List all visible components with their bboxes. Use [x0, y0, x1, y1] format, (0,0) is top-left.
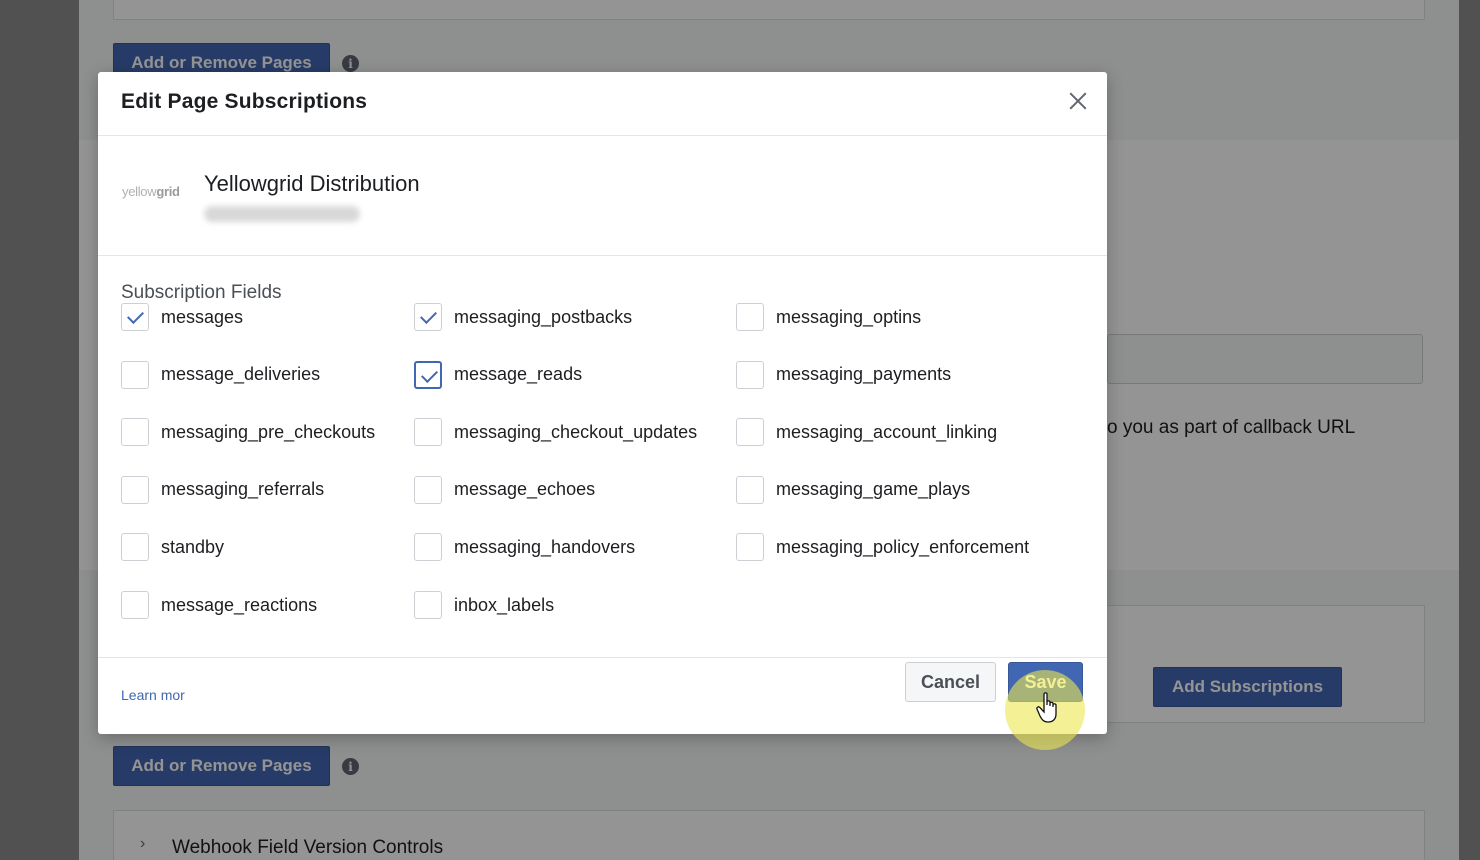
edit-page-subscriptions-dialog: Edit Page Subscriptions yellowgrid Yello… [98, 72, 1107, 734]
checkbox[interactable] [414, 303, 442, 331]
modal-footer: Learn mor Cancel Save [98, 658, 1107, 734]
field-label: messaging_handovers [454, 536, 636, 557]
field-label: message_reactions [161, 594, 318, 615]
checkbox[interactable] [121, 533, 149, 562]
checkbox[interactable] [736, 303, 764, 331]
field-label: messaging_optins [776, 306, 922, 327]
subscription-field-messaging-payments[interactable]: messaging_payments [736, 360, 951, 390]
page-info: yellowgrid Yellowgrid Distribution [98, 136, 1107, 256]
field-label: message_reads [454, 364, 583, 385]
hand-cursor-icon [1036, 692, 1057, 723]
field-label: inbox_labels [454, 594, 555, 615]
subscription-field-standby[interactable]: standby [121, 532, 224, 562]
field-label: messaging_postbacks [454, 306, 633, 327]
subscription-field-messages[interactable]: messages [121, 302, 243, 332]
field-label: messaging_game_plays [776, 479, 971, 500]
subscription-field-messaging-optins[interactable]: messaging_optins [736, 302, 921, 332]
checkbox[interactable] [121, 475, 149, 504]
checkbox[interactable] [121, 591, 149, 619]
checkbox[interactable] [121, 303, 149, 331]
close-icon[interactable] [1065, 88, 1091, 114]
subscription-field-messaging-game-plays[interactable]: messaging_game_plays [736, 475, 970, 505]
checkbox[interactable] [121, 360, 149, 389]
page-id-redacted [204, 206, 360, 222]
checkbox[interactable] [414, 533, 442, 562]
field-label: messages [161, 306, 244, 327]
subscription-field-messaging-checkout-updates[interactable]: messaging_checkout_updates [414, 417, 697, 447]
checkbox[interactable] [736, 533, 764, 562]
subscription-field-messaging-pre-checkouts[interactable]: messaging_pre_checkouts [121, 417, 375, 447]
field-label: messaging_policy_enforcement [776, 536, 1030, 557]
checkbox[interactable] [736, 418, 764, 447]
subscription-field-messaging-handovers[interactable]: messaging_handovers [414, 532, 635, 562]
field-label: message_deliveries [161, 364, 321, 385]
learn-more-link[interactable]: Learn mor [121, 687, 185, 703]
checkbox[interactable] [736, 360, 764, 389]
page-name: Yellowgrid Distribution [204, 171, 420, 196]
field-label: messaging_account_linking [776, 421, 998, 442]
page-logo: yellowgrid [122, 184, 180, 199]
field-label: standby [161, 536, 225, 557]
field-label: messaging_checkout_updates [454, 421, 698, 442]
subscription-fields: Subscription Fields messages messaging_po… [98, 256, 1107, 658]
subscription-field-messaging-postbacks[interactable]: messaging_postbacks [414, 302, 632, 332]
subscription-fields-label: Subscription Fields [121, 282, 282, 303]
field-label: messaging_payments [776, 364, 952, 385]
modal-title: Edit Page Subscriptions [121, 90, 368, 113]
subscription-field-message-reads[interactable]: message_reads [414, 360, 582, 390]
checkbox[interactable] [414, 360, 442, 389]
subscription-field-message-echoes[interactable]: message_echoes [414, 475, 595, 505]
subscription-field-inbox-labels[interactable]: inbox_labels [414, 590, 554, 620]
subscription-field-message-deliveries[interactable]: message_deliveries [121, 360, 320, 390]
subscription-field-messaging-account-linking[interactable]: messaging_account_linking [736, 417, 997, 447]
checkbox[interactable] [736, 475, 764, 504]
subscription-field-messaging-policy-enforcement[interactable]: messaging_policy_enforcement [736, 532, 1029, 562]
checkbox[interactable] [121, 418, 149, 447]
checkbox[interactable] [414, 591, 442, 619]
field-label: messaging_referrals [161, 479, 325, 500]
subscription-field-message-reactions[interactable]: message_reactions [121, 590, 317, 620]
field-label: messaging_pre_checkouts [161, 421, 376, 442]
modal-header: Edit Page Subscriptions [98, 72, 1107, 136]
checkbox[interactable] [414, 475, 442, 504]
page-logo-bold: grid [156, 184, 180, 199]
field-label: message_echoes [454, 479, 596, 500]
subscription-field-messaging-referrals[interactable]: messaging_referrals [121, 475, 324, 505]
page-logo-light: yellow [122, 184, 157, 199]
cancel-button[interactable]: Cancel [905, 662, 996, 702]
checkbox[interactable] [414, 418, 442, 447]
